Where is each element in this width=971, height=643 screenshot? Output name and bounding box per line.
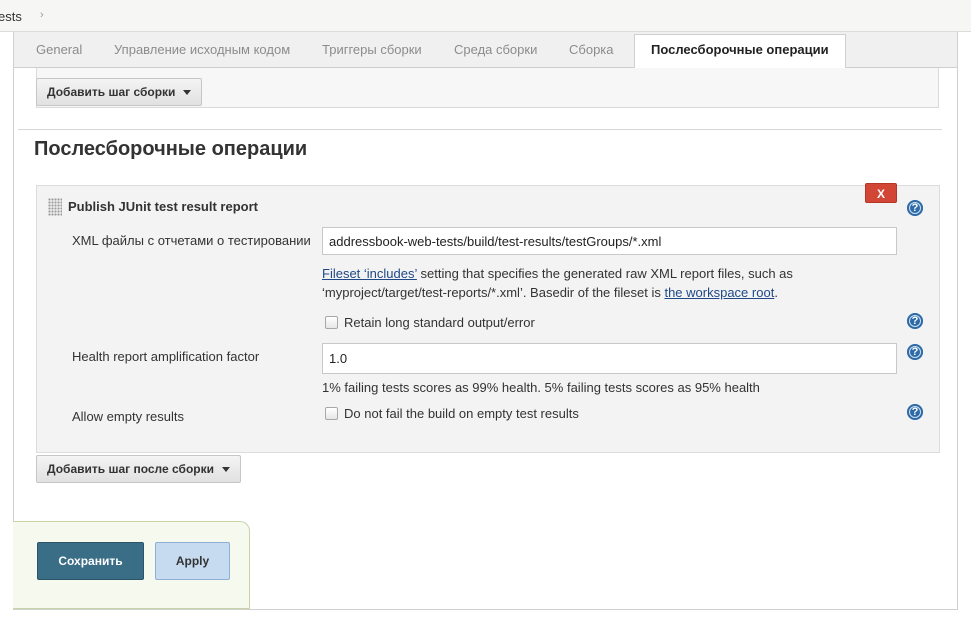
add-post-build-step-label: Добавить шаг после сборки xyxy=(47,462,214,476)
add-build-step-label: Добавить шаг сборки xyxy=(47,85,176,99)
breadcrumb: ests › xyxy=(0,0,971,32)
caret-down-icon xyxy=(183,90,192,96)
help-icon[interactable]: ? xyxy=(907,404,923,420)
xml-files-input[interactable] xyxy=(322,227,897,255)
tab-scm[interactable]: Управление исходным кодом xyxy=(98,35,306,68)
drag-handle-icon[interactable] xyxy=(48,198,62,216)
health-factor-input[interactable] xyxy=(322,343,897,374)
workspace-root-link[interactable]: the workspace root xyxy=(664,285,774,300)
health-factor-label: Health report amplification factor xyxy=(72,349,260,364)
retain-output-label[interactable]: Retain long standard output/error xyxy=(344,315,535,330)
caret-down-icon xyxy=(222,467,230,473)
xml-help-text-2: . xyxy=(774,285,778,300)
fileset-includes-link[interactable]: Fileset ‘includes’ xyxy=(322,266,417,281)
step-title: Publish JUnit test result report xyxy=(68,199,258,214)
tab-build[interactable]: Сборка xyxy=(553,35,630,68)
add-post-build-step-button[interactable]: Добавить шаг после сборки xyxy=(36,455,241,483)
retain-output-row: Retain long standard output/error xyxy=(325,315,535,330)
add-build-step-button[interactable]: Добавить шаг сборки xyxy=(36,78,203,106)
help-icon[interactable]: ? xyxy=(907,200,923,216)
allow-empty-check-label[interactable]: Do not fail the build on empty test resu… xyxy=(344,406,579,421)
tab-general[interactable]: General xyxy=(20,35,98,68)
tab-build-triggers[interactable]: Триггеры сборки xyxy=(306,35,438,68)
apply-button[interactable]: Apply xyxy=(155,542,230,580)
retain-output-checkbox[interactable] xyxy=(325,316,338,329)
delete-step-button[interactable]: X xyxy=(865,183,897,203)
section-title: Послесборочные операции xyxy=(34,138,308,160)
breadcrumb-item-job[interactable]: ests xyxy=(0,9,22,24)
help-icon[interactable]: ? xyxy=(907,313,923,329)
breadcrumb-separator-icon: › xyxy=(40,9,44,21)
config-tabbar: General Управление исходным кодом Тригге… xyxy=(14,32,957,69)
health-factor-description: 1% failing tests scores as 99% health. 5… xyxy=(322,380,760,395)
tab-build-environment[interactable]: Среда сборки xyxy=(438,35,553,68)
xml-files-description: Fileset ‘includes’ setting that specifie… xyxy=(322,264,842,302)
save-button[interactable]: Сохранить xyxy=(37,542,144,580)
tab-post-build-actions[interactable]: Послесборочные операции xyxy=(634,34,846,69)
allow-empty-row: Do not fail the build on empty test resu… xyxy=(325,406,579,421)
allow-empty-checkbox[interactable] xyxy=(325,407,338,420)
xml-files-label: XML файлы с отчетами о тестировании xyxy=(72,233,311,248)
allow-empty-label: Allow empty results xyxy=(72,409,184,424)
section-divider xyxy=(18,129,942,130)
help-icon[interactable]: ? xyxy=(907,344,923,360)
